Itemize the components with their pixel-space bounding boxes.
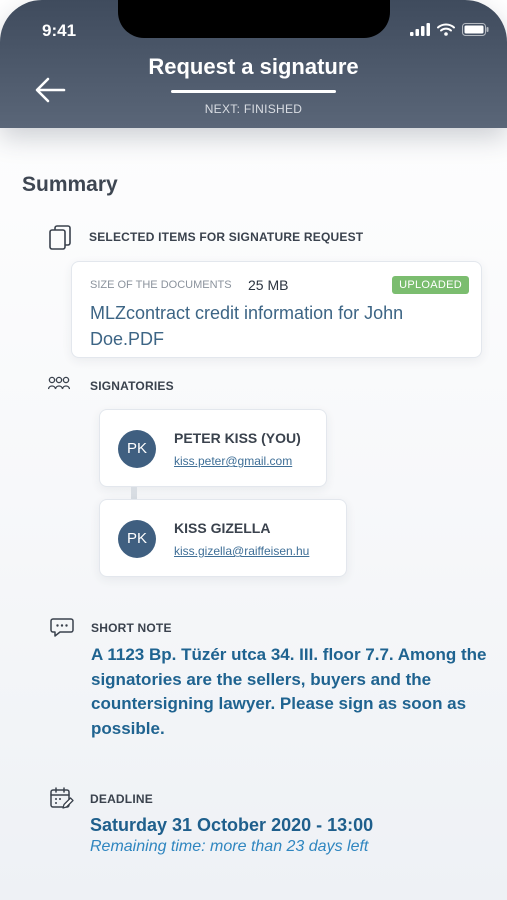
short-note-label: SHORT NOTE: [91, 621, 172, 635]
calendar-edit-icon: [50, 787, 74, 809]
document-size-label: SIZE OF THE DOCUMENTS: [90, 279, 232, 291]
avatar: PK: [118, 520, 156, 558]
short-note-text: A 1123 Bp. Tüzér utca 34. III. floor 7.7…: [91, 645, 487, 738]
signatory-email[interactable]: kiss.peter@gmail.com: [174, 454, 292, 468]
back-arrow-icon[interactable]: [34, 76, 66, 104]
progress-indicator: [171, 90, 336, 93]
remaining-time: Remaining time: more than 23 days left: [90, 838, 369, 855]
selected-items-label: SELECTED ITEMS FOR SIGNATURE REQUEST: [89, 230, 364, 244]
wifi-icon: [437, 23, 455, 36]
next-step-label: NEXT: FINISHED: [204, 102, 303, 116]
document-name[interactable]: MLZcontract credit information for John …: [90, 300, 460, 352]
signatory-name: PETER KISS (YOU): [174, 430, 301, 446]
status-time: 9:41: [42, 21, 77, 40]
battery-icon: [462, 23, 489, 36]
document-card[interactable]: SIZE OF THE DOCUMENTS 25 MB UPLOADED MLZ…: [71, 261, 482, 358]
document-size-value: 25 MB: [248, 277, 289, 293]
deadline-value: Saturday 31 October 2020 - 13:00: [90, 815, 374, 835]
signatory-connector: [131, 487, 137, 499]
uploaded-status-badge: UPLOADED: [392, 276, 469, 294]
signatory-card[interactable]: PK KISS GIZELLA kiss.gizella@raiffeisen.…: [99, 499, 347, 577]
documents-icon: [49, 225, 71, 250]
page-title: Request a signature: [148, 54, 359, 79]
phone-screen: 9:41 Request a signature NEXT: FINISHED …: [0, 0, 507, 900]
cellular-signal-icon: [410, 23, 430, 36]
signatory-card[interactable]: PK PETER KISS (YOU) kiss.peter@gmail.com: [99, 409, 327, 487]
signatory-name: KISS GIZELLA: [174, 520, 271, 536]
app-header: 9:41 Request a signature NEXT: FINISHED: [0, 0, 507, 128]
signatories-label: SIGNATORIES: [90, 379, 174, 393]
signatory-email[interactable]: kiss.gizella@raiffeisen.hu: [174, 544, 309, 558]
status-icons: [410, 23, 489, 36]
summary-heading: Summary: [22, 173, 118, 196]
device-notch: [118, 0, 390, 38]
people-group-icon: [48, 376, 70, 390]
deadline-label: DEADLINE: [90, 792, 153, 806]
message-icon: [50, 618, 74, 637]
avatar: PK: [118, 430, 156, 468]
